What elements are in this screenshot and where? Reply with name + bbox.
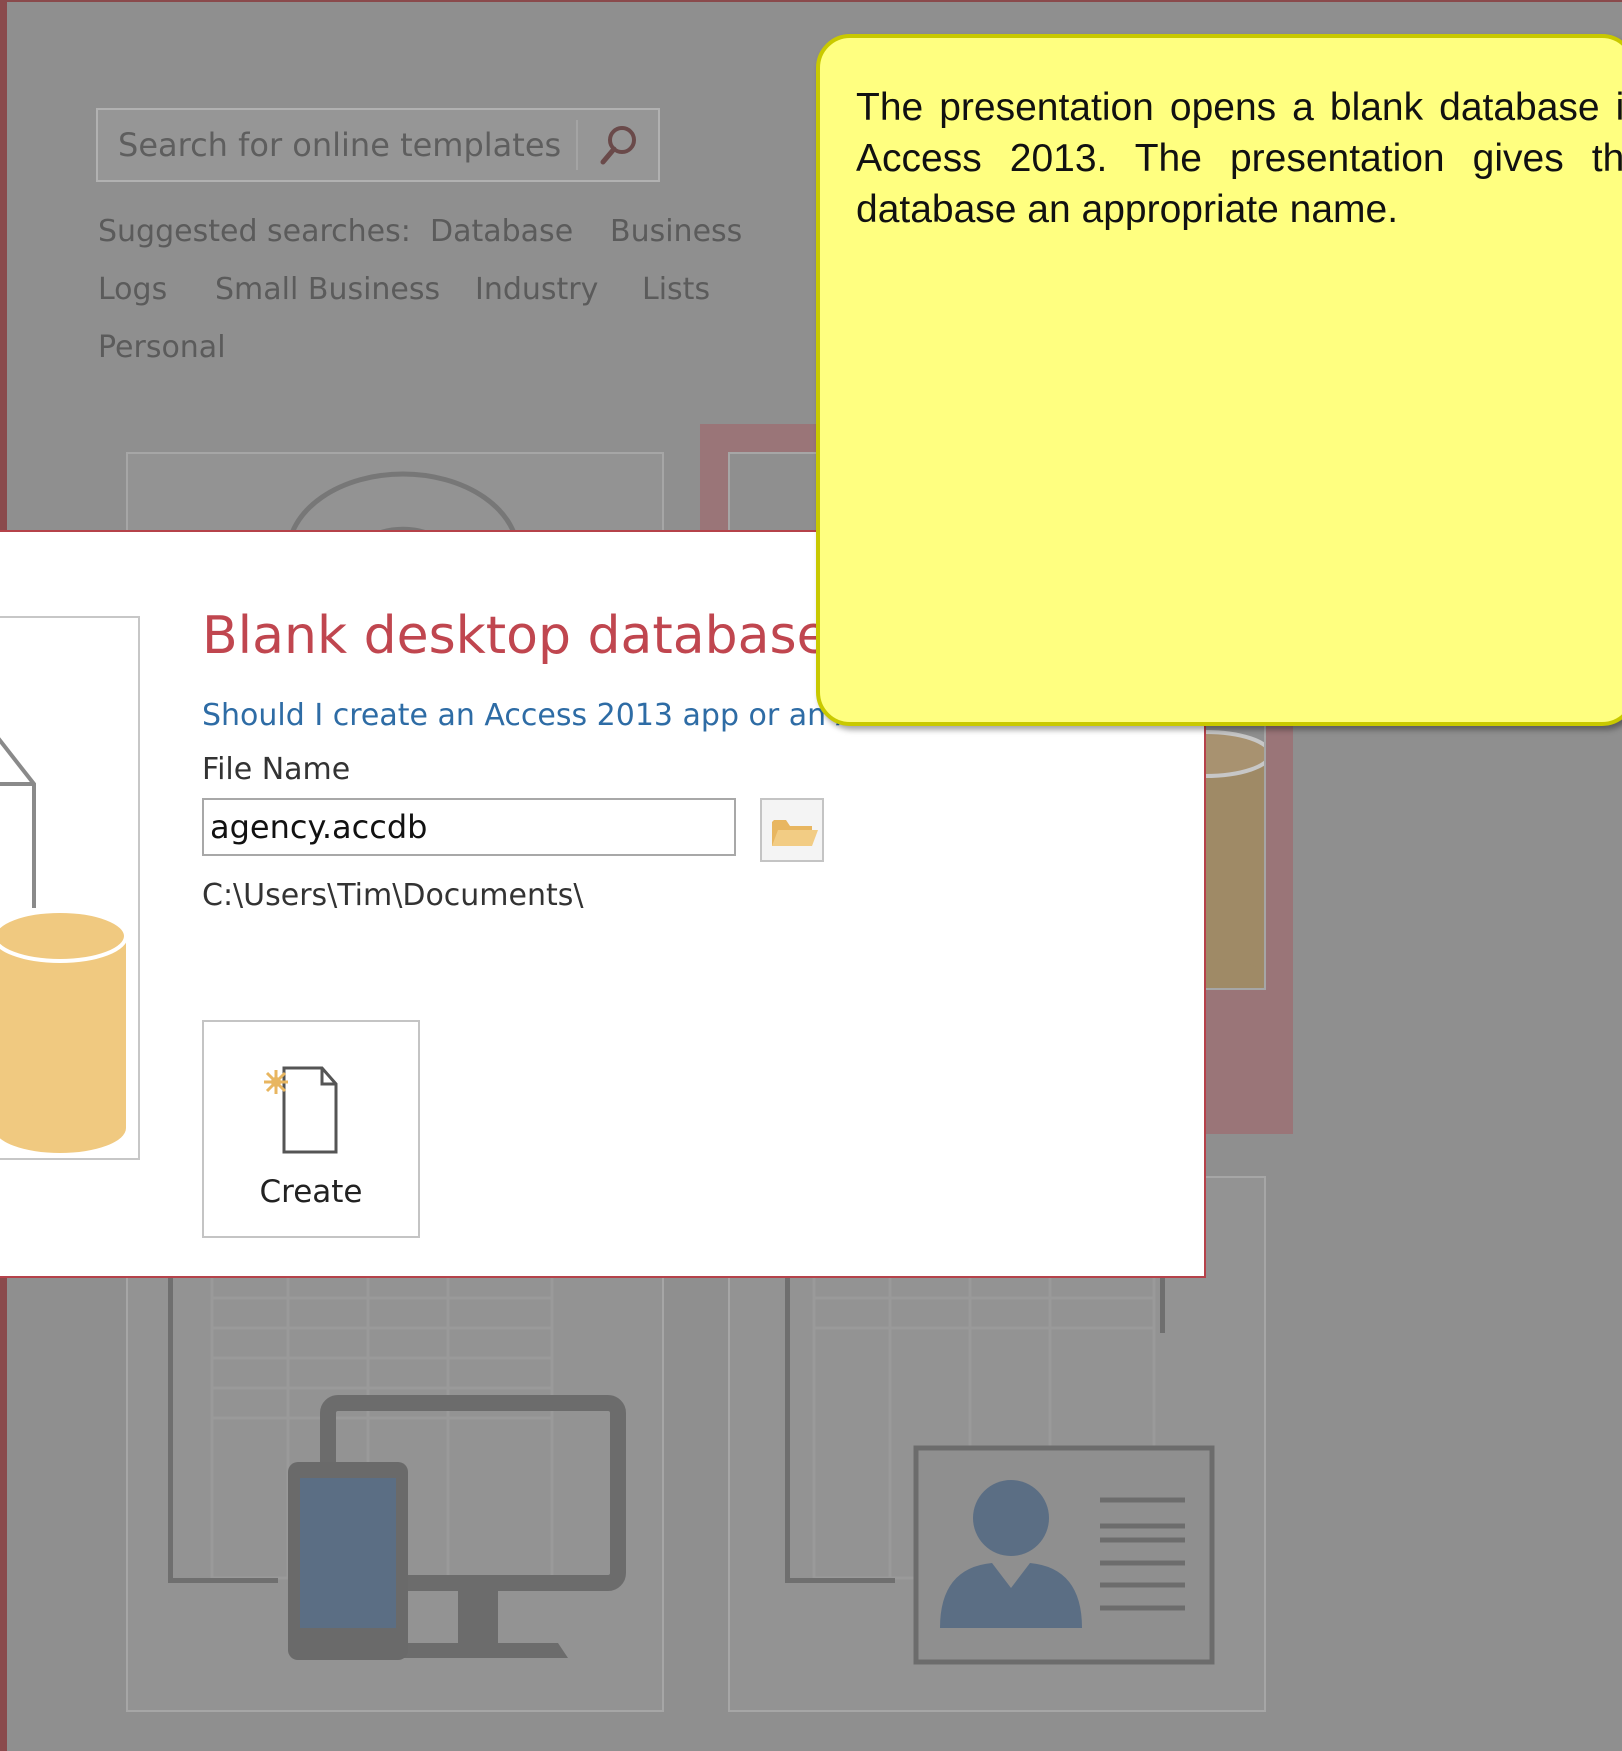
database-preview bbox=[0, 616, 140, 1160]
suggested-industry[interactable]: Industry bbox=[475, 272, 598, 307]
suggested-small-business[interactable]: Small Business bbox=[215, 272, 440, 307]
suggested-business[interactable]: Business bbox=[610, 214, 742, 249]
dialog-title: Blank desktop database bbox=[202, 606, 829, 666]
browse-folder-button[interactable] bbox=[760, 798, 824, 862]
suggested-database[interactable]: Database bbox=[430, 214, 573, 249]
create-button[interactable]: Create bbox=[202, 1020, 420, 1238]
search-input[interactable] bbox=[98, 110, 568, 180]
app-or-desktop-help-link[interactable]: Should I create an Access 2013 app or an… bbox=[202, 698, 872, 733]
presentation-note-text: The presentation opens a blank database … bbox=[856, 86, 1622, 231]
database-icon bbox=[0, 737, 128, 1153]
suggested-lists[interactable]: Lists bbox=[642, 272, 710, 307]
presentation-note-callout: The presentation opens a blank database … bbox=[816, 34, 1622, 726]
file-name-label: File Name bbox=[202, 752, 351, 787]
suggested-personal[interactable]: Personal bbox=[98, 330, 226, 365]
folder-icon bbox=[772, 820, 818, 846]
new-file-icon bbox=[264, 1066, 338, 1154]
suggested-logs[interactable]: Logs bbox=[98, 272, 167, 307]
template-search-box[interactable] bbox=[96, 108, 660, 182]
file-path: C:\Users\Tim\Documents\ bbox=[202, 878, 584, 913]
suggested-searches-label: Suggested searches: bbox=[98, 214, 411, 249]
window-top-edge bbox=[0, 0, 1622, 2]
file-name-input[interactable] bbox=[202, 798, 736, 856]
search-button[interactable] bbox=[578, 110, 658, 180]
create-button-label: Create bbox=[259, 1174, 363, 1210]
search-icon bbox=[600, 126, 636, 165]
